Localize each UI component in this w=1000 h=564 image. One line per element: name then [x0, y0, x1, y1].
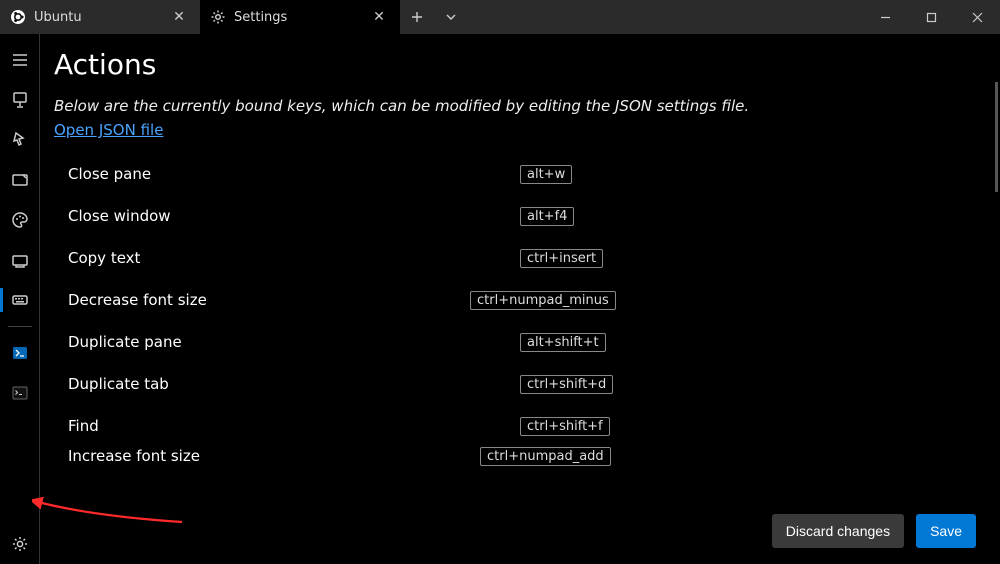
action-row[interactable]: Close window alt+f4 — [54, 195, 980, 237]
keybinding-badge: ctrl+numpad_add — [480, 447, 611, 466]
action-row[interactable]: Copy text ctrl+insert — [54, 237, 980, 279]
window-close-button[interactable] — [954, 0, 1000, 34]
close-icon[interactable]: ✕ — [168, 9, 190, 25]
action-name: Close pane — [68, 165, 508, 183]
action-name: Duplicate pane — [68, 333, 508, 351]
sidebar-item-color-schemes[interactable] — [0, 200, 40, 240]
open-json-link[interactable]: Open JSON file — [54, 121, 163, 139]
titlebar: Ubuntu ✕ Settings ✕ — [0, 0, 1000, 34]
sidebar-profile-powershell[interactable] — [0, 333, 40, 373]
keybinding-badge: alt+shift+t — [520, 333, 606, 352]
window-minimize-button[interactable] — [862, 0, 908, 34]
sidebar-profile-cmd[interactable] — [0, 373, 40, 413]
action-name: Copy text — [68, 249, 508, 267]
close-icon[interactable]: ✕ — [368, 9, 390, 25]
action-row[interactable]: Find ctrl+shift+f — [54, 405, 980, 447]
tab-label: Ubuntu — [34, 10, 160, 25]
page-subtitle: Below are the currently bound keys, whic… — [54, 97, 980, 115]
action-name: Close window — [68, 207, 508, 225]
sidebar-item-startup[interactable] — [0, 80, 40, 120]
tab-label: Settings — [234, 10, 360, 25]
tab-dropdown-button[interactable] — [434, 0, 468, 34]
save-button[interactable]: Save — [916, 514, 976, 548]
scrollbar-thumb[interactable] — [995, 82, 998, 192]
sidebar-item-actions[interactable] — [0, 280, 40, 320]
sidebar-item-appearance[interactable] — [0, 160, 40, 200]
action-row[interactable]: Duplicate tab ctrl+shift+d — [54, 363, 980, 405]
sidebar-settings-button[interactable] — [0, 524, 40, 564]
keybinding-badge: ctrl+shift+d — [520, 375, 613, 394]
action-row[interactable]: Decrease font size ctrl+numpad_minus — [54, 279, 980, 321]
page-title: Actions — [54, 48, 980, 81]
window-maximize-button[interactable] — [908, 0, 954, 34]
action-name: Find — [68, 417, 508, 435]
keybinding-badge: ctrl+numpad_minus — [470, 291, 616, 310]
main-panel: Actions Below are the currently bound ke… — [40, 34, 1000, 564]
tab-ubuntu[interactable]: Ubuntu ✕ — [0, 0, 200, 34]
action-row[interactable]: Close pane alt+w — [54, 153, 980, 195]
tab-settings[interactable]: Settings ✕ — [200, 0, 400, 34]
action-row[interactable]: Increase font size ctrl+numpad_add — [54, 447, 980, 469]
hamburger-menu-button[interactable] — [0, 40, 40, 80]
action-name: Duplicate tab — [68, 375, 508, 393]
action-name: Increase font size — [68, 447, 468, 465]
keybinding-badge: ctrl+shift+f — [520, 417, 610, 436]
gear-icon — [210, 9, 226, 25]
action-row[interactable]: Duplicate pane alt+shift+t — [54, 321, 980, 363]
sidebar-item-rendering[interactable] — [0, 240, 40, 280]
keybinding-badge: alt+f4 — [520, 207, 574, 226]
sidebar-item-interaction[interactable] — [0, 120, 40, 160]
action-name: Decrease font size — [68, 291, 458, 309]
sidebar-divider — [8, 326, 32, 327]
keybinding-badge: ctrl+insert — [520, 249, 603, 268]
new-tab-button[interactable] — [400, 0, 434, 34]
discard-changes-button[interactable]: Discard changes — [772, 514, 904, 548]
ubuntu-icon — [10, 9, 26, 25]
sidebar — [0, 34, 40, 564]
content-area: Actions Below are the currently bound ke… — [40, 34, 1000, 498]
keybinding-badge: alt+w — [520, 165, 572, 184]
footer: Discard changes Save — [40, 498, 1000, 564]
